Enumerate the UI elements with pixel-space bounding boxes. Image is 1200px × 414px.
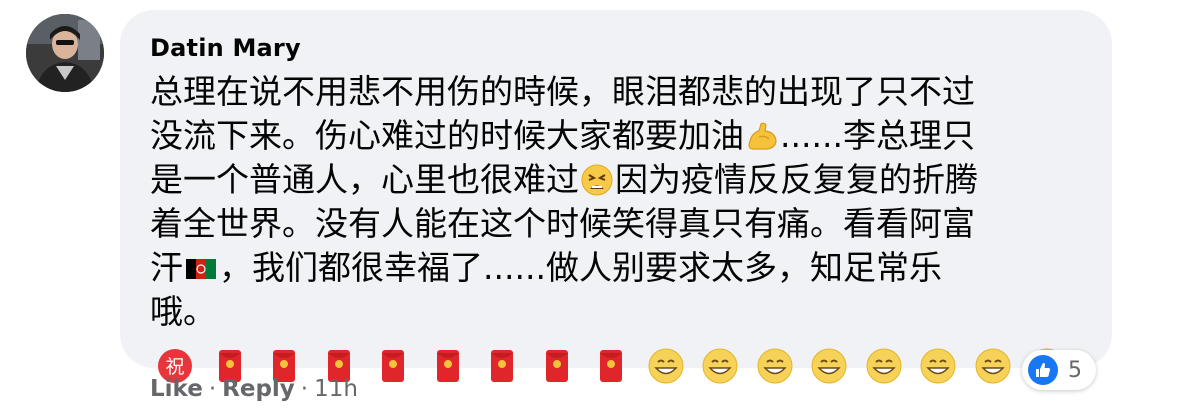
comment-text: 哦。 bbox=[150, 292, 216, 331]
tired-face-icon bbox=[580, 163, 614, 197]
comment-text: 总理在说不用悲不用伤的時候，眼泪都悲的出现了只不过 bbox=[150, 72, 975, 111]
red-envelope-icon bbox=[429, 347, 467, 385]
comment-line: 着全世界。没有人能在这个时候笑得真只有痛。看看阿富 bbox=[150, 202, 1090, 246]
comment: Datin Mary 总理在说不用悲不用伤的時候，眼泪都悲的出现了只不过 没流下… bbox=[0, 0, 1200, 414]
reaction-summary[interactable]: 5 bbox=[1022, 350, 1096, 390]
timestamp[interactable]: 11h bbox=[314, 376, 358, 402]
reply-link[interactable]: Reply bbox=[222, 376, 295, 402]
grinning-face-icon bbox=[865, 347, 903, 385]
comment-body: 总理在说不用悲不用伤的時候，眼泪都悲的出现了只不过 没流下来。伤心难过的时候大家… bbox=[150, 70, 1090, 386]
like-link[interactable]: Like bbox=[150, 376, 203, 402]
red-envelope-icon bbox=[483, 347, 521, 385]
reaction-count: 5 bbox=[1068, 357, 1082, 383]
comment-line: 汗 ，我们都很幸福了......做人别要求太多，知足常乐 bbox=[150, 246, 1090, 290]
grinning-face-icon bbox=[701, 347, 739, 385]
red-envelope-icon bbox=[374, 347, 412, 385]
red-envelope-icon bbox=[538, 347, 576, 385]
grinning-face-icon bbox=[810, 347, 848, 385]
comment-text: 着全世界。没有人能在这个时候笑得真只有痛。看看阿富 bbox=[150, 204, 975, 243]
separator: · bbox=[300, 376, 309, 402]
comment-text: 是一个普通人，心里也很难过 bbox=[150, 160, 579, 199]
comment-text: ，我们都很幸福了......做人别要求太多，知足常乐 bbox=[219, 248, 942, 287]
red-envelope-icon bbox=[592, 347, 630, 385]
comment-bubble: Datin Mary 总理在说不用悲不用伤的時候，眼泪都悲的出现了只不过 没流下… bbox=[120, 10, 1112, 383]
comment-line: 是一个普通人，心里也很难过 因为疫情反反复复的折腾 bbox=[150, 158, 1090, 202]
flexed-biceps-icon bbox=[745, 119, 779, 153]
separator: · bbox=[208, 376, 217, 402]
comment-text: 因为疫情反反复复的折腾 bbox=[615, 160, 978, 199]
like-icon bbox=[1028, 355, 1058, 385]
comment-actions: Like · Reply · 11h bbox=[150, 376, 358, 402]
grinning-face-icon bbox=[974, 347, 1012, 385]
grinning-face-icon bbox=[919, 347, 957, 385]
comment-line: 没流下来。伤心难过的时候大家都要加油 ......李总理只 bbox=[150, 114, 1090, 158]
grinning-face-icon bbox=[647, 347, 685, 385]
comment-author[interactable]: Datin Mary bbox=[150, 34, 301, 62]
comment-line: 总理在说不用悲不用伤的時候，眼泪都悲的出现了只不过 bbox=[150, 70, 1090, 114]
comment-text: 没流下来。伤心难过的时候大家都要加油 bbox=[150, 116, 744, 155]
afghanistan-flag-icon bbox=[184, 251, 218, 285]
comment-text: 汗 bbox=[150, 248, 183, 287]
svg-text:祝: 祝 bbox=[165, 356, 184, 378]
grinning-face-icon bbox=[756, 347, 794, 385]
comment-text: ......李总理只 bbox=[780, 116, 975, 155]
avatar[interactable] bbox=[26, 14, 104, 92]
comment-line: 哦。 祝 bbox=[150, 290, 1090, 386]
